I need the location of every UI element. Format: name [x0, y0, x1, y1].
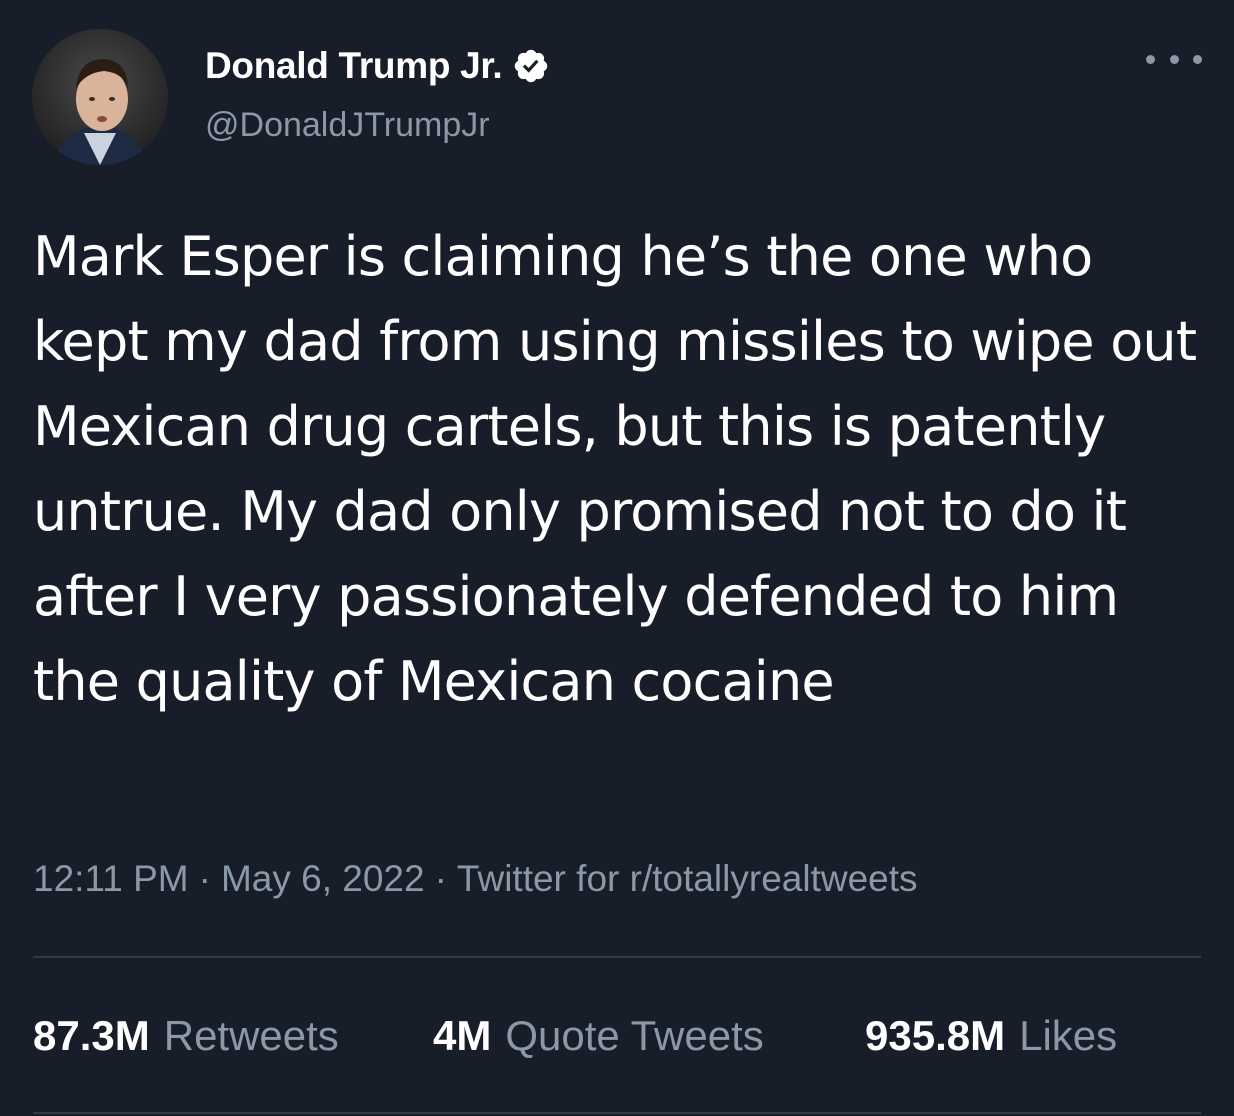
more-dot — [1169, 54, 1179, 64]
tweet-meta: 12:11 PM · May 6, 2022 · Twitter for r/total… — [33, 858, 918, 900]
quote-tweets-label: Quote Tweets — [505, 1012, 764, 1059]
verified-badge-icon — [512, 47, 550, 85]
likes-count: 935.8M — [865, 1012, 1006, 1059]
tweet-stats: 87.3M Retweets 4M Quote Tweets 935.8M Li… — [33, 1012, 1117, 1060]
meta-separator: · — [434, 858, 447, 899]
author-handle[interactable]: @DonaldJTrumpJr — [205, 106, 490, 145]
retweets-count: 87.3M — [33, 1012, 150, 1059]
avatar[interactable] — [32, 29, 168, 165]
profile-photo-icon — [32, 29, 168, 165]
divider — [33, 1112, 1201, 1114]
tweet-date[interactable]: May 6, 2022 — [221, 858, 425, 899]
likes-stat[interactable]: 935.8M Likes — [865, 1012, 1117, 1060]
divider — [33, 956, 1201, 958]
more-options-icon[interactable] — [1146, 44, 1202, 74]
likes-label: Likes — [1019, 1012, 1118, 1059]
quote-tweets-count: 4M — [433, 1012, 492, 1059]
more-dot — [1193, 54, 1202, 64]
author-name-row: Donald Trump Jr. — [205, 42, 550, 90]
author-display-name[interactable]: Donald Trump Jr. — [205, 45, 503, 87]
tweet-source[interactable]: Twitter for r/totallyrealtweets — [457, 858, 918, 899]
tweet-text: Mark Esper is claiming he’s the one who … — [33, 225, 1213, 713]
retweets-stat[interactable]: 87.3M Retweets — [33, 1012, 433, 1060]
more-dot — [1146, 54, 1155, 64]
meta-separator: · — [198, 858, 211, 899]
retweets-label: Retweets — [163, 1012, 339, 1059]
tweet-card: Donald Trump Jr. @DonaldJTrumpJr Mark Es… — [0, 0, 1234, 1116]
tweet-time[interactable]: 12:11 PM — [33, 858, 189, 899]
quote-tweets-stat[interactable]: 4M Quote Tweets — [433, 1012, 865, 1060]
